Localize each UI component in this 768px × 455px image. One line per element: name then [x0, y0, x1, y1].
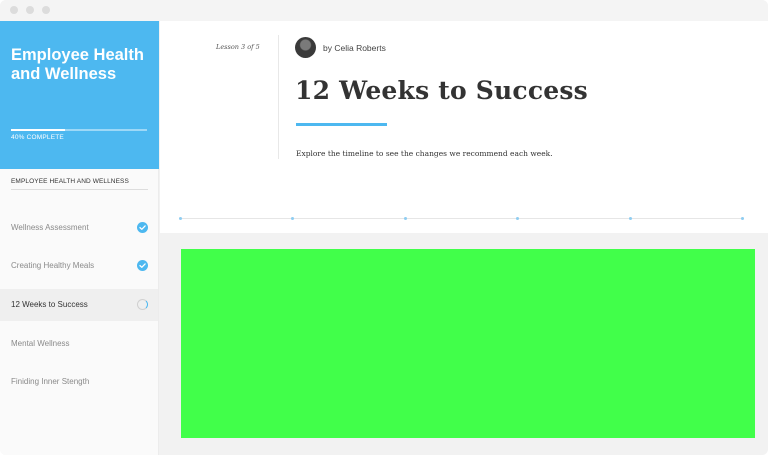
window-close-dot[interactable]: [10, 6, 18, 14]
window-minimize-dot[interactable]: [26, 6, 34, 14]
course-header: Employee Health and Wellness 40% COMPLET…: [0, 21, 159, 169]
window-titlebar: [0, 0, 768, 21]
lesson-counter: Lesson 3 of 5: [216, 43, 260, 51]
timeline-point[interactable]: [291, 217, 295, 220]
timeline-point[interactable]: [179, 217, 182, 220]
lesson-label: Mental Wellness: [11, 339, 70, 348]
timeline-point[interactable]: [741, 217, 744, 220]
check-circle-icon: [137, 260, 148, 271]
sidebar-item-finiding-inner-stength[interactable]: Finiding Inner Stength: [0, 366, 158, 398]
course-progress-label: 40% COMPLETE: [11, 134, 64, 141]
lesson-label: 12 Weeks to Success: [11, 300, 88, 309]
course-progress-bar: [11, 129, 147, 131]
sidebar-item-12-weeks-to-success[interactable]: 12 Weeks to Success: [0, 289, 158, 321]
page-title: 12 Weeks to Success: [295, 76, 588, 105]
lesson-label: Wellness Assessment: [11, 223, 89, 232]
timeline-track: [179, 218, 744, 219]
sidebar-item-wellness-assessment[interactable]: Wellness Assessment: [0, 212, 158, 244]
section-divider: [11, 189, 148, 190]
course-progress-fill: [11, 129, 66, 131]
timeline: [179, 217, 744, 221]
app-window: Employee Health and Wellness 40% COMPLET…: [0, 0, 768, 455]
window-maximize-dot[interactable]: [42, 6, 50, 14]
title-underline: [296, 123, 387, 126]
content-area: [160, 233, 768, 455]
author-avatar: [295, 37, 316, 58]
course-title: Employee Health and Wellness: [11, 46, 144, 83]
sidebar: Employee Health and Wellness 40% COMPLET…: [0, 21, 159, 455]
header-divider: [278, 35, 279, 159]
media-placeholder: [181, 249, 755, 438]
lesson-description: Explore the timeline to see the changes …: [296, 149, 553, 158]
lesson-label: Finiding Inner Stength: [11, 377, 90, 386]
sidebar-item-creating-healthy-meals[interactable]: Creating Healthy Meals: [0, 250, 158, 282]
sidebar-item-mental-wellness[interactable]: Mental Wellness: [0, 328, 158, 360]
lesson-label: Creating Healthy Meals: [11, 261, 95, 270]
author-name: by Celia Roberts: [323, 43, 386, 53]
progress-ring-icon: [137, 299, 148, 310]
check-circle-icon: [137, 222, 148, 233]
timeline-point[interactable]: [628, 217, 632, 220]
timeline-point[interactable]: [516, 217, 520, 220]
timeline-point[interactable]: [403, 217, 407, 220]
sidebar-section-title: EMPLOYEE HEALTH AND WELLNESS: [11, 178, 129, 185]
lesson-content: Lesson 3 of 5 by Celia Roberts 12 Weeks …: [160, 21, 768, 455]
